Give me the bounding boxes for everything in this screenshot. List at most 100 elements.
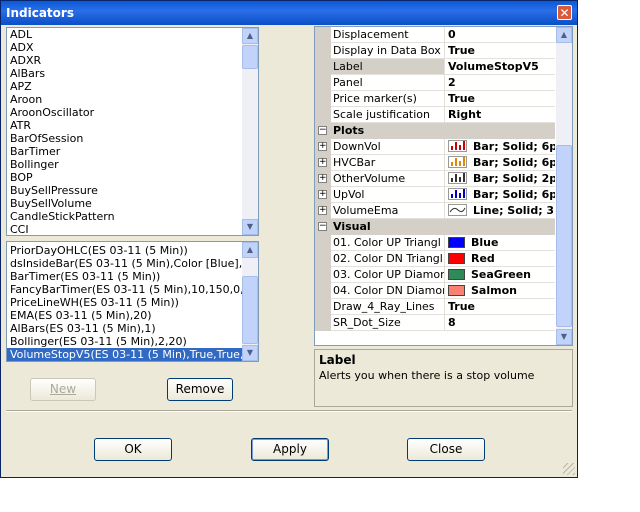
applied-indicator-list[interactable]: PriorDayOHLC(ES 03-11 (5 Min)) dsInsideBa… [6, 241, 259, 362]
property-name: Price marker(s) [331, 91, 445, 107]
property-value[interactable]: Bar; Solid; 6px [445, 155, 555, 171]
list-item[interactable]: CandleStickPattern [7, 210, 243, 223]
apply-button[interactable]: Apply [251, 438, 329, 461]
property-row[interactable]: Scale justification Right [315, 107, 555, 123]
property-grid-scrollbar[interactable]: ▲ ▼ [556, 27, 572, 345]
property-value[interactable]: True [445, 91, 555, 107]
close-button[interactable]: Close [407, 438, 485, 461]
scroll-up-icon[interactable]: ▲ [242, 28, 258, 44]
applied-list-item[interactable]: EMA(ES 03-11 (5 Min),20) [7, 309, 243, 322]
property-value[interactable]: Line; Solid; 3px [445, 203, 555, 219]
list-item[interactable]: Aroon [7, 93, 243, 106]
scroll-down-icon[interactable]: ▼ [242, 345, 258, 361]
scroll-thumb[interactable] [556, 145, 572, 327]
row-gutter [315, 283, 331, 299]
ok-button[interactable]: OK [94, 438, 172, 461]
applied-list-item[interactable]: Bollinger(ES 03-11 (5 Min),2,20) [7, 335, 243, 348]
scroll-down-icon[interactable]: ▼ [242, 219, 258, 235]
list-item[interactable]: ADL [7, 28, 243, 41]
applied-list-item[interactable]: AlBars(ES 03-11 (5 Min),1) [7, 322, 243, 335]
property-value[interactable]: Bar; Solid; 6px [445, 139, 555, 155]
property-value[interactable]: True [445, 43, 555, 59]
list-item[interactable]: BarTimer [7, 145, 243, 158]
resize-grip-icon[interactable] [563, 463, 575, 475]
bar-plot-icon [448, 140, 467, 152]
scroll-thumb[interactable] [242, 45, 258, 69]
expand-icon[interactable]: + [318, 158, 327, 167]
property-value-text: Bar; Solid; 6px [473, 140, 555, 153]
close-icon: ✕ [559, 6, 570, 20]
new-button[interactable]: New [30, 378, 96, 401]
applied-list-item[interactable]: dsInsideBar(ES 03-11 (5 Min),Color [Blue… [7, 257, 243, 270]
property-row[interactable]: Display in Data Box True [315, 43, 555, 59]
property-row[interactable]: + VolumeEma Line; Solid; 3px [315, 203, 555, 219]
property-value-text: Bar; Solid; 6px [473, 156, 555, 169]
property-value[interactable]: True [445, 299, 555, 315]
close-window-button[interactable]: ✕ [557, 5, 572, 20]
list-item[interactable]: BuySellPressure [7, 184, 243, 197]
list-item[interactable]: APZ [7, 80, 243, 93]
list-item[interactable]: ADX [7, 41, 243, 54]
property-row[interactable]: Panel 2 [315, 75, 555, 91]
scroll-up-icon[interactable]: ▲ [242, 242, 258, 258]
scroll-down-icon[interactable]: ▼ [556, 329, 572, 345]
list-item[interactable]: ATR [7, 119, 243, 132]
list-item[interactable]: BuySellVolume [7, 197, 243, 210]
property-value[interactable]: 0 [445, 27, 555, 43]
property-row[interactable]: Draw_4_Ray_Lines True [315, 299, 555, 315]
list-item[interactable]: BarOfSession [7, 132, 243, 145]
list-item[interactable]: BOP [7, 171, 243, 184]
property-value[interactable]: 2 [445, 75, 555, 91]
collapse-icon[interactable]: − [318, 126, 327, 135]
list-item[interactable]: Bollinger [7, 158, 243, 171]
applied-list-scrollbar[interactable]: ▲ ▼ [242, 242, 258, 361]
list-item[interactable]: AroonOscillator [7, 106, 243, 119]
property-row[interactable]: + HVCBar Bar; Solid; 6px [315, 155, 555, 171]
remove-button[interactable]: Remove [167, 378, 233, 401]
property-row[interactable]: 02. Color DN Triangl Red [315, 251, 555, 267]
property-row[interactable]: 04. Color DN Diamor Salmon [315, 283, 555, 299]
indicator-list[interactable]: ADL ADX ADXR AlBars APZ Aroon AroonOscillator A… [6, 27, 259, 236]
property-value[interactable]: Right [445, 107, 555, 123]
expand-icon[interactable]: + [318, 174, 327, 183]
property-value[interactable]: Bar; Solid; 6px [445, 187, 555, 203]
property-value[interactable]: Red [445, 251, 555, 267]
property-value[interactable]: SeaGreen [445, 267, 555, 283]
property-value[interactable]: 8 [445, 315, 555, 331]
property-row[interactable]: Price marker(s) True [315, 91, 555, 107]
indicator-list-scrollbar[interactable]: ▲ ▼ [242, 28, 258, 235]
property-value[interactable]: VolumeStopV5 [445, 59, 555, 75]
property-grid[interactable]: Displacement 0 Display in Data Box True Labe… [314, 26, 573, 346]
property-row[interactable]: + DownVol Bar; Solid; 6px [315, 139, 555, 155]
property-name: VolumeEma [331, 203, 445, 219]
applied-list-item[interactable]: PriorDayOHLC(ES 03-11 (5 Min)) [7, 244, 243, 257]
property-value[interactable]: Blue [445, 235, 555, 251]
expand-icon[interactable]: + [318, 142, 327, 151]
property-row[interactable]: + UpVol Bar; Solid; 6px [315, 187, 555, 203]
applied-list-item[interactable]: PriceLineWH(ES 03-11 (5 Min)) [7, 296, 243, 309]
applied-list-item[interactable]: FancyBarTimer(ES 03-11 (5 Min),10,150,0,… [7, 283, 243, 296]
indicator-list-items: ADL ADX ADXR AlBars APZ Aroon AroonOscillator A… [7, 28, 243, 235]
applied-list-item[interactable]: BarTimer(ES 03-11 (5 Min)) [7, 270, 243, 283]
property-row[interactable]: Label VolumeStopV5 [315, 59, 555, 75]
property-row[interactable]: 03. Color UP Diamor SeaGreen [315, 267, 555, 283]
property-row[interactable]: Displacement 0 [315, 27, 555, 43]
expand-icon[interactable]: + [318, 190, 327, 199]
collapse-icon[interactable]: − [318, 222, 327, 231]
property-category[interactable]: − Plots [315, 123, 555, 139]
list-item[interactable]: CCI [7, 223, 243, 235]
list-item[interactable]: ADXR [7, 54, 243, 67]
list-item[interactable]: AlBars [7, 67, 243, 80]
title-bar[interactable]: Indicators ✕ [1, 1, 577, 25]
row-gutter [315, 43, 331, 59]
scroll-up-icon[interactable]: ▲ [556, 27, 572, 43]
property-row[interactable]: SR_Dot_Size 8 [315, 315, 555, 331]
property-value[interactable]: Salmon [445, 283, 555, 299]
applied-list-item[interactable]: VolumeStopV5(ES 03-11 (5 Min),True,True,… [7, 348, 243, 361]
property-value[interactable]: Bar; Solid; 2px [445, 171, 555, 187]
property-row[interactable]: 01. Color UP Triangl Blue [315, 235, 555, 251]
expand-icon[interactable]: + [318, 206, 327, 215]
property-row[interactable]: + OtherVolume Bar; Solid; 2px [315, 171, 555, 187]
scroll-thumb[interactable] [242, 276, 258, 344]
property-category[interactable]: − Visual [315, 219, 555, 235]
